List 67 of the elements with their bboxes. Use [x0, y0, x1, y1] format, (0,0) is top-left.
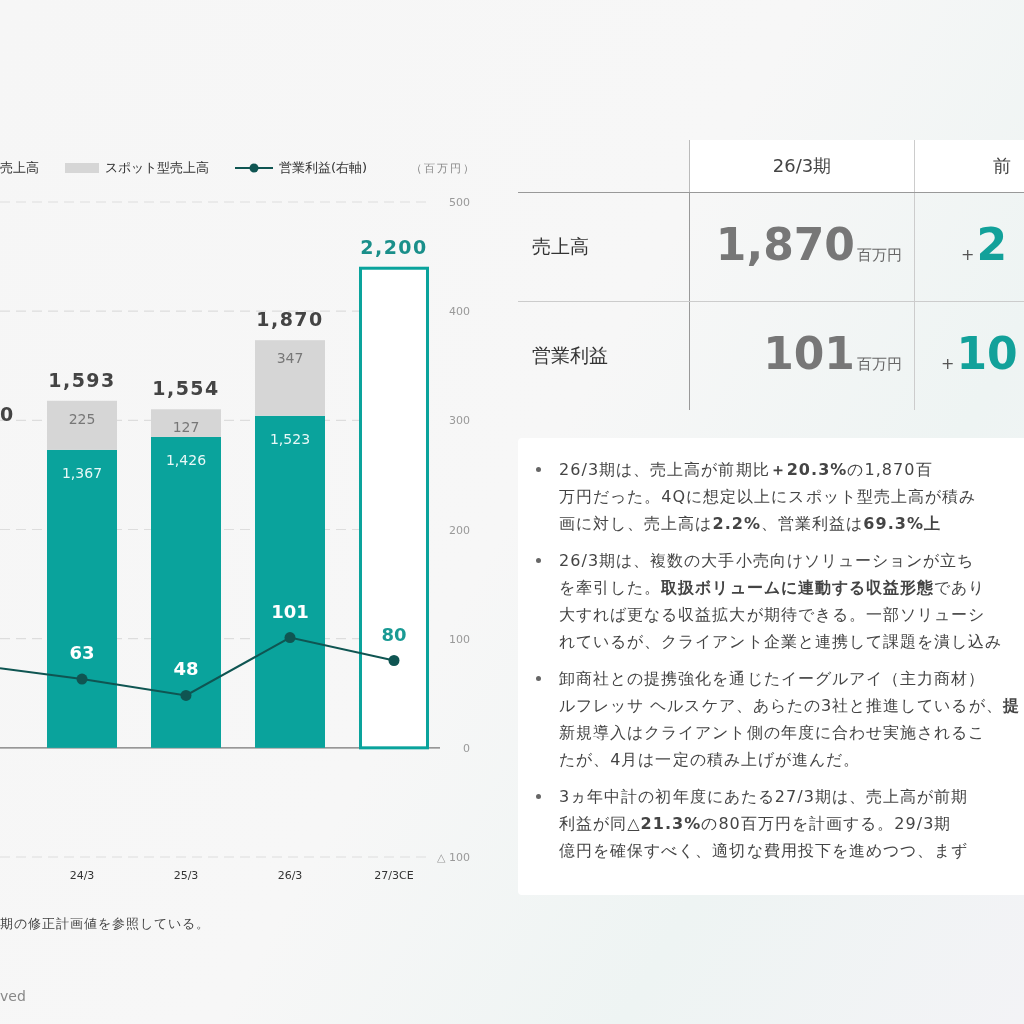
change-value: 2 — [976, 219, 1008, 270]
sign-label: + — [961, 245, 975, 264]
bar-value-label: 1,426 — [165, 451, 207, 468]
category-label: 27/3CE — [374, 869, 414, 882]
change-value: 10 — [956, 328, 1018, 379]
profit-value-label: 48 — [173, 658, 199, 680]
profit-value-label: 80 — [381, 623, 407, 645]
unit-label: 百万円 — [857, 355, 902, 374]
bullet-text-line: 26/3期は、複数の大手小売向けソリューションが立ち — [559, 550, 976, 572]
unit-label: （百万円） — [411, 160, 477, 176]
bullet-text-line: れているが、クライアント企業と連携して課題を潰し込み — [559, 631, 1003, 653]
bar-total-label: 1,593 — [48, 368, 116, 391]
profit-value-label: 63 — [69, 642, 95, 664]
row-label: 営業利益 — [518, 302, 690, 410]
bullet-text-line: 26/3期は、売上高が前期比＋20.3%の1,870百 — [559, 459, 934, 481]
bar-value-label: 347 — [276, 350, 304, 367]
axis-tick-label: 300 — [449, 414, 470, 428]
bar-value-label: 1,523 — [269, 430, 311, 447]
bullet-text-line: たが、4月は一定の積み上げが進んだ。 — [559, 749, 862, 771]
profit-point — [388, 655, 400, 666]
bullet-text-line: 利益が同△21.3%の80百万円を計画する。29/3期 — [559, 813, 953, 835]
category-label: 26/3 — [277, 869, 303, 882]
bullet-icon — [536, 558, 541, 563]
bar-value-label: 1,367 — [61, 464, 103, 481]
bar-total-label: 1,870 — [256, 308, 324, 331]
profit-point — [76, 673, 88, 685]
copyright-text: ved — [0, 988, 27, 1004]
row-label: 売上高 — [518, 193, 690, 301]
axis-tick-label: 500 — [449, 196, 470, 209]
bullet-text-line: 大すれば更なる収益拡大が期待できる。一部ソリューシ — [559, 604, 987, 626]
bullet-text-line: 億円を確保すべく、適切な費用投下を進めつつ、まず — [559, 840, 969, 862]
unit-label: 百万円 — [857, 246, 902, 265]
bullet-icon — [536, 794, 541, 799]
axis-tick-label: 200 — [449, 523, 470, 537]
category-label: 24/3 — [69, 869, 95, 882]
bullet-text-line: 万円だった。4Qに想定以上にスポット型売上高が積み — [559, 486, 977, 508]
axis-tick-label: 400 — [449, 305, 470, 319]
clipped-value-label: 0 — [0, 403, 15, 425]
metric-value: 1,870 — [715, 219, 855, 270]
axis-tick-label: 100 — [449, 632, 470, 646]
metric-value: 101 — [763, 328, 855, 379]
category-label: 25/3 — [173, 869, 199, 882]
axis-tick-label: △ 100 — [437, 851, 470, 864]
footnote: 期の修正計画値を参照している。 — [0, 915, 211, 933]
profit-point — [284, 632, 296, 644]
bar-value-label: 225 — [68, 410, 96, 427]
legend-line-icon — [235, 162, 273, 174]
profit-point — [180, 689, 192, 701]
legend-label: 営業利益(右軸) — [279, 159, 368, 177]
bar-total-label: 1,554 — [152, 377, 220, 400]
axis-tick-label: 0 — [463, 741, 470, 755]
profit-value-label: 101 — [271, 600, 309, 622]
bullet-text-line: を牽引した。取扱ボリュームに連動する収益形態であり — [559, 577, 987, 599]
bar-total-label: 2,200 — [360, 236, 428, 259]
bullet-text-line: 卸商社との提携強化を通じたイーグルアイ（主力商材） — [559, 668, 987, 690]
column-header: 前 — [915, 140, 1024, 192]
sign-label: + — [941, 354, 955, 373]
legend-label: スポット型売上高 — [105, 159, 209, 177]
bullet-icon — [536, 676, 541, 681]
bullet-text-line: 新規導入はクライアント側の年度に合わせ実施されるこ — [559, 722, 987, 744]
bullet-text-line: 画に対し、売上高は2.2%、営業利益は69.3%上 — [559, 513, 943, 535]
bullet-icon — [536, 467, 541, 472]
bullet-text-line: 3ヵ年中計の初年度にあたる27/3期は、売上高が前期 — [559, 786, 969, 808]
column-header: 26/3期 — [690, 140, 915, 192]
bullet-text-line: ルフレッサ ヘルスケア、あらたの3社と推進しているが、提 — [559, 695, 1020, 717]
legend-label: 売上高 — [0, 159, 39, 177]
bar-value-label: 127 — [172, 419, 200, 436]
